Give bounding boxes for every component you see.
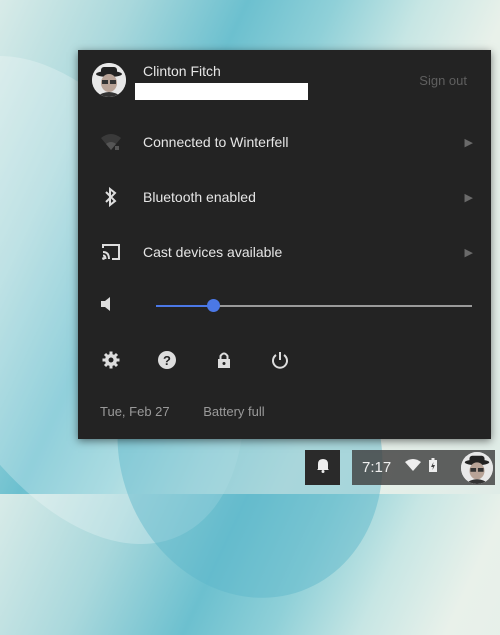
svg-text:?: ? xyxy=(163,353,171,368)
bluetooth-icon xyxy=(100,186,122,208)
volume-slider-thumb[interactable] xyxy=(206,299,220,312)
battery-label: Battery full xyxy=(203,404,265,419)
bell-icon xyxy=(316,457,330,478)
chevron-right-icon: ▶ xyxy=(464,136,473,149)
cast-icon xyxy=(100,241,122,263)
status-footer: Tue, Feb 27 Battery full xyxy=(100,404,295,419)
date-label[interactable]: Tue, Feb 27 xyxy=(100,404,170,419)
chevron-right-icon: ▶ xyxy=(464,246,473,259)
system-tray-menu: Clinton Fitch Sign out Connected to Wint… xyxy=(78,50,491,439)
power-icon[interactable] xyxy=(268,348,292,372)
notifications-button[interactable] xyxy=(305,450,340,485)
cast-label: Cast devices available xyxy=(143,244,283,260)
battery-icon xyxy=(429,458,438,477)
settings-icon[interactable] xyxy=(99,348,123,372)
status-area[interactable]: 7:17 xyxy=(352,450,495,485)
user-avatar xyxy=(92,63,126,97)
volume-row xyxy=(78,290,491,320)
redacted-email xyxy=(135,83,308,100)
wifi-icon xyxy=(405,458,422,477)
user-name: Clinton Fitch xyxy=(143,63,221,79)
clock: 7:17 xyxy=(362,459,392,476)
network-row[interactable]: Connected to Winterfell ▶ xyxy=(78,122,491,162)
help-icon[interactable]: ? xyxy=(155,348,179,372)
quick-actions-row: ? xyxy=(78,348,491,378)
chevron-right-icon: ▶ xyxy=(464,191,473,204)
network-label: Connected to Winterfell xyxy=(143,134,289,150)
shelf-user-avatar xyxy=(461,452,493,484)
volume-slider[interactable] xyxy=(156,299,472,312)
volume-slider-fill xyxy=(156,305,213,307)
bluetooth-row[interactable]: Bluetooth enabled ▶ xyxy=(78,177,491,217)
wifi-icon xyxy=(100,131,122,153)
sign-out-button[interactable]: Sign out xyxy=(419,73,467,88)
cast-row[interactable]: Cast devices available ▶ xyxy=(78,232,491,272)
lock-icon[interactable] xyxy=(212,348,236,372)
volume-icon[interactable] xyxy=(100,295,114,318)
bluetooth-label: Bluetooth enabled xyxy=(143,189,256,205)
